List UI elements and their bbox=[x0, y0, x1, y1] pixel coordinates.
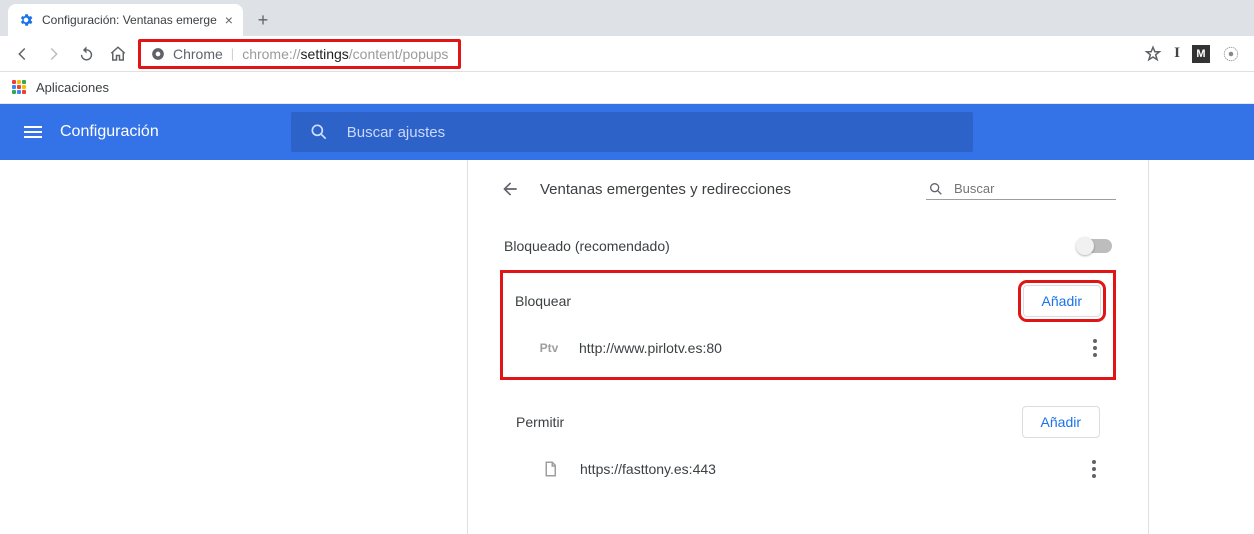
menu-icon[interactable] bbox=[24, 126, 42, 138]
search-icon bbox=[928, 181, 944, 197]
allow-section: Permitir Añadir https://fasttony.es:443 bbox=[500, 398, 1116, 492]
page-title: Configuración bbox=[60, 123, 159, 141]
allow-section-title: Permitir bbox=[516, 414, 564, 430]
extension-icon-i[interactable]: I bbox=[1174, 45, 1180, 62]
tab-strip: Configuración: Ventanas emerge × + bbox=[0, 0, 1254, 36]
blocked-toggle-label: Bloqueado (recomendado) bbox=[504, 238, 670, 254]
home-button[interactable] bbox=[104, 40, 132, 68]
allow-site-row: https://fasttony.es:443 bbox=[512, 446, 1104, 492]
site-favicon: Ptv bbox=[539, 338, 559, 358]
forward-button[interactable] bbox=[40, 40, 68, 68]
block-section-title: Bloquear bbox=[515, 293, 571, 309]
block-section: Bloquear Añadir Ptv http://www.pirlotv.e… bbox=[500, 270, 1116, 380]
url-text: chrome://settings/content/popups bbox=[242, 46, 448, 62]
blocked-toggle-row: Bloqueado (recomendado) bbox=[500, 228, 1116, 264]
search-icon bbox=[309, 122, 329, 142]
blocked-toggle[interactable] bbox=[1078, 239, 1112, 253]
extension-icon-gear[interactable] bbox=[1222, 45, 1240, 63]
apps-label[interactable]: Aplicaciones bbox=[36, 80, 109, 95]
settings-search-input[interactable] bbox=[345, 123, 955, 142]
add-allow-button[interactable]: Añadir bbox=[1022, 406, 1100, 438]
panel-search[interactable] bbox=[926, 178, 1116, 200]
document-icon bbox=[540, 459, 560, 479]
panel-title: Ventanas emergentes y redirecciones bbox=[540, 181, 791, 198]
browser-toolbar: Chrome | chrome://settings/content/popup… bbox=[0, 36, 1254, 72]
site-url: http://www.pirlotv.es:80 bbox=[579, 340, 1069, 356]
add-block-button[interactable]: Añadir bbox=[1023, 285, 1101, 317]
close-icon[interactable]: × bbox=[225, 12, 233, 28]
separator: | bbox=[231, 46, 234, 61]
panel-search-input[interactable] bbox=[952, 180, 1132, 197]
tab-title: Configuración: Ventanas emerge bbox=[42, 13, 217, 27]
block-site-row: Ptv http://www.pirlotv.es:80 bbox=[511, 325, 1105, 371]
bookmarks-bar: Aplicaciones bbox=[0, 72, 1254, 104]
browser-tab[interactable]: Configuración: Ventanas emerge × bbox=[8, 4, 243, 36]
settings-search[interactable] bbox=[291, 112, 973, 152]
gear-icon bbox=[18, 12, 34, 28]
toolbar-right: I M bbox=[1144, 45, 1246, 63]
star-icon[interactable] bbox=[1144, 45, 1162, 63]
back-arrow-icon[interactable] bbox=[500, 179, 520, 199]
apps-icon[interactable] bbox=[12, 80, 28, 96]
settings-header: Configuración bbox=[0, 104, 1254, 160]
reload-button[interactable] bbox=[72, 40, 100, 68]
settings-panel: Ventanas emergentes y redirecciones Bloq… bbox=[467, 160, 1149, 534]
back-button[interactable] bbox=[8, 40, 36, 68]
content-area: Ventanas emergentes y redirecciones Bloq… bbox=[0, 160, 1254, 534]
more-menu-icon[interactable] bbox=[1089, 335, 1101, 361]
site-url: https://fasttony.es:443 bbox=[580, 461, 1068, 477]
new-tab-button[interactable]: + bbox=[249, 6, 277, 34]
chrome-page-icon bbox=[151, 47, 165, 61]
address-bar[interactable]: Chrome | chrome://settings/content/popup… bbox=[138, 39, 461, 69]
extension-icon-m[interactable]: M bbox=[1192, 45, 1210, 63]
more-menu-icon[interactable] bbox=[1088, 456, 1100, 482]
url-scheme-label: Chrome bbox=[173, 46, 223, 62]
